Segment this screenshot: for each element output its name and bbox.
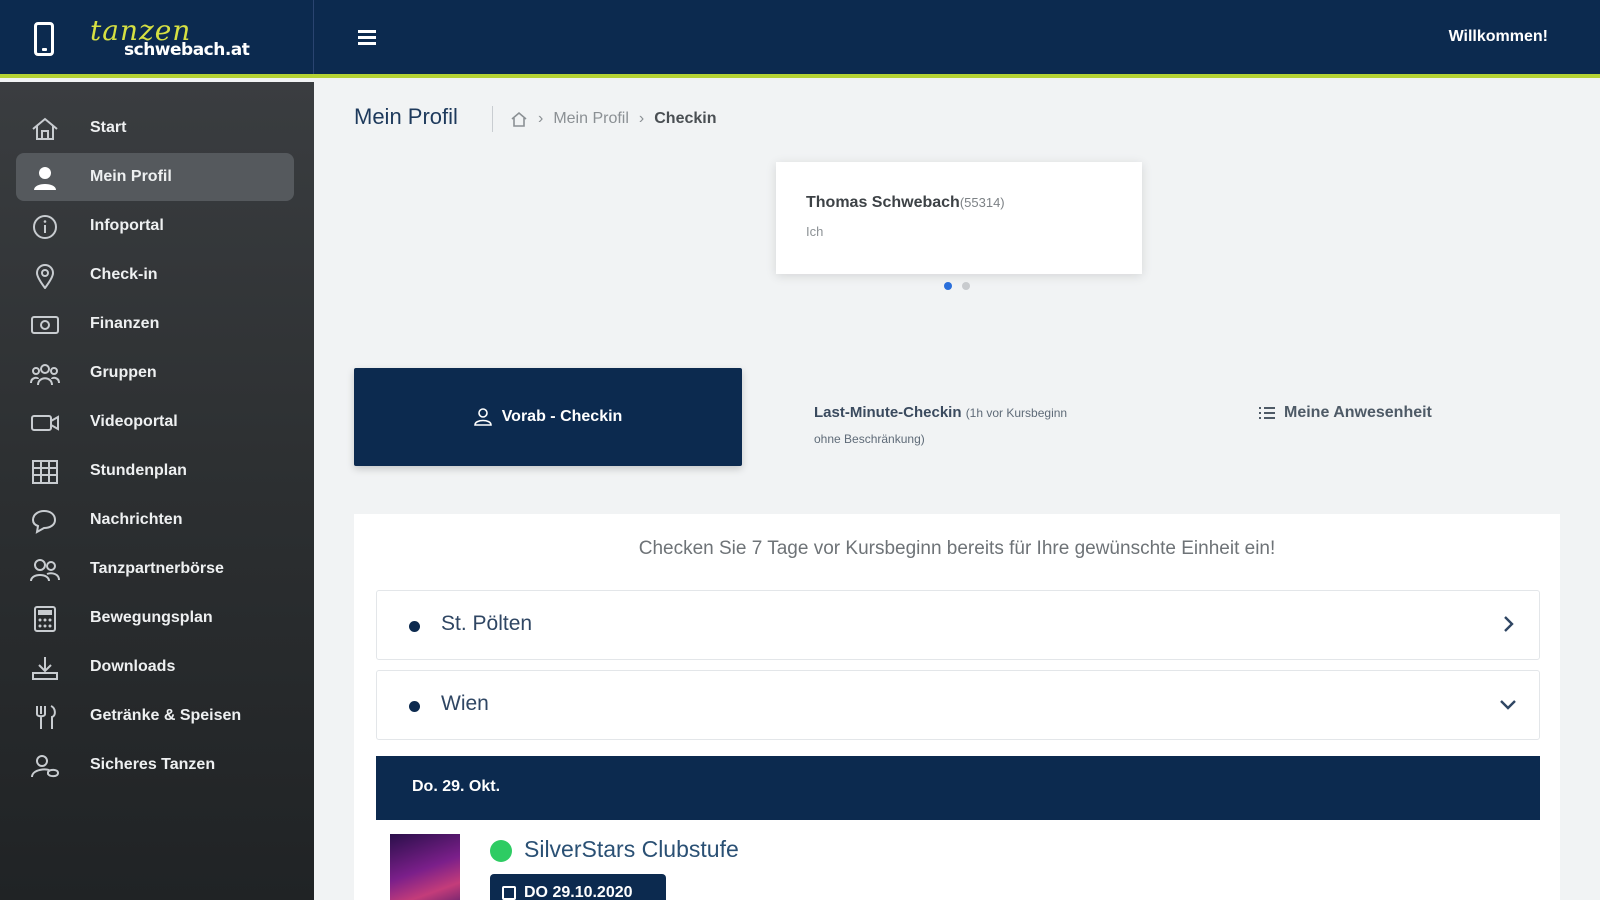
sidebar-item-label: Bewegungsplan	[90, 609, 213, 626]
phone-icon[interactable]	[34, 22, 54, 56]
home-icon	[32, 117, 58, 140]
sidebar-item-label: Infoportal	[90, 217, 164, 234]
chevron-down-icon	[1500, 700, 1516, 710]
sidebar-item-label: Tanzpartnerbörse	[90, 560, 224, 577]
sidebar-item-label: Check-in	[90, 266, 158, 283]
breadcrumb-item-mein-profil[interactable]: Mein Profil	[553, 110, 629, 128]
sidebar-item-finanzen[interactable]: Finanzen	[16, 300, 294, 348]
tab-vorab-checkin[interactable]: Vorab - Checkin	[354, 368, 742, 466]
bullet	[409, 701, 420, 712]
logo-area: tanzen schwebach.at	[0, 0, 314, 74]
tab-label: Meine Anwesenheit	[1284, 404, 1432, 421]
sidebar: Start Mein Profil Infoportal Check-in Fi…	[0, 82, 314, 900]
chevron-right-icon: ›	[638, 110, 645, 127]
sidebar-item-sicheres-tanzen[interactable]: Sicheres Tanzen	[16, 741, 294, 789]
sidebar-item-label: Getränke & Speisen	[90, 707, 242, 724]
info-text: Checken Sie 7 Tage vor Kursbeginn bereit…	[638, 538, 1276, 559]
money-icon	[31, 316, 59, 334]
chevron-right-icon	[1504, 616, 1514, 632]
sidebar-item-tanzpartnerboerse[interactable]: Tanzpartnerbörse	[16, 545, 294, 593]
sidebar-item-start[interactable]: Start	[16, 104, 294, 152]
carousel-dots	[944, 282, 970, 290]
status-dot	[490, 840, 512, 862]
date-text: Do. 29. Okt.	[412, 778, 501, 795]
breadcrumb: › Mein Profil › Checkin	[510, 110, 716, 128]
event-title[interactable]: SilverStars Clubstufe	[524, 836, 739, 863]
sidebar-item-check-in[interactable]: Check-in	[16, 251, 294, 299]
sidebar-item-label: Sicheres Tanzen	[90, 756, 216, 773]
download-icon	[32, 657, 58, 680]
profile-id: (55314)	[959, 195, 1005, 210]
safe-user-icon	[31, 755, 60, 778]
location-row-st-poelten[interactable]: St. Pölten	[376, 590, 1540, 660]
tab-label: Vorab - Checkin	[501, 408, 623, 425]
event-thumbnail[interactable]	[390, 834, 460, 900]
event-date-badge: DO 29.10.2020	[490, 874, 666, 900]
list-icon	[1259, 407, 1275, 419]
checkin-panel: Checken Sie 7 Tage vor Kursbeginn bereit…	[354, 514, 1560, 900]
location-label: Wien	[441, 692, 489, 715]
sidebar-item-getraenke-speisen[interactable]: Getränke & Speisen	[16, 692, 294, 740]
tab-label: Last-Minute-Checkin	[814, 404, 962, 421]
user-icon	[473, 408, 492, 426]
profile-name: Thomas Schwebach	[806, 194, 960, 211]
sidebar-item-label: Downloads	[90, 658, 176, 675]
partners-icon	[30, 559, 60, 582]
sidebar-item-bewegungsplan[interactable]: Bewegungsplan	[16, 594, 294, 642]
sidebar-item-label: Nachrichten	[90, 511, 183, 528]
sidebar-item-label: Start	[90, 119, 127, 136]
profile-relation: Ich	[806, 224, 824, 239]
menu-icon[interactable]	[358, 30, 376, 46]
sidebar-item-videoportal[interactable]: Videoportal	[16, 398, 294, 446]
logo-word: schwebach.at	[124, 40, 250, 60]
group-icon	[30, 364, 60, 386]
sidebar-item-label: Videoportal	[90, 413, 178, 430]
sidebar-item-gruppen[interactable]: Gruppen	[16, 349, 294, 397]
home-icon[interactable]	[510, 111, 528, 127]
profile-card[interactable]: Thomas Schwebach(55314) Ich	[776, 162, 1142, 274]
title-divider	[492, 106, 493, 132]
calendar-icon	[502, 886, 516, 900]
bullet	[409, 621, 420, 632]
carousel-dot[interactable]	[962, 282, 970, 290]
location-pin-icon	[35, 264, 55, 289]
sidebar-item-label: Stundenplan	[90, 462, 187, 479]
logo[interactable]: tanzen schwebach.at	[90, 14, 260, 64]
chevron-right-icon: ›	[538, 110, 544, 127]
sidebar-item-label: Finanzen	[90, 315, 160, 332]
video-icon	[31, 415, 59, 431]
date-header: Do. 29. Okt.	[376, 756, 1540, 820]
info-icon	[33, 215, 57, 239]
top-bar: tanzen schwebach.at Willkommen!	[0, 0, 1600, 78]
location-label: St. Pölten	[441, 612, 533, 635]
page-title: Mein Profil	[354, 104, 458, 129]
user-icon	[34, 167, 56, 190]
grid-icon	[32, 460, 58, 484]
cutlery-icon	[36, 705, 56, 729]
breadcrumb-item-checkin: Checkin	[654, 110, 717, 127]
event-date: DO 29.10.2020	[524, 884, 633, 900]
main-content: Mein Profil › Mein Profil › Checkin Thom…	[314, 82, 1600, 900]
carousel-dot[interactable]	[944, 282, 952, 290]
calculator-icon	[34, 606, 56, 632]
tab-last-minute-checkin[interactable]: Last-Minute-Checkin (1h vor Kursbeginn o…	[814, 400, 1074, 452]
chat-icon	[31, 509, 57, 534]
sidebar-item-label: Gruppen	[90, 364, 157, 381]
sidebar-item-nachrichten[interactable]: Nachrichten	[16, 496, 294, 544]
sidebar-item-stundenplan[interactable]: Stundenplan	[16, 447, 294, 495]
sidebar-item-label: Mein Profil	[90, 168, 172, 185]
sidebar-item-mein-profil[interactable]: Mein Profil	[16, 153, 294, 201]
welcome-text: Willkommen!	[1448, 28, 1548, 45]
sidebar-item-infoportal[interactable]: Infoportal	[16, 202, 294, 250]
sidebar-item-downloads[interactable]: Downloads	[16, 643, 294, 691]
tab-meine-anwesenheit[interactable]: Meine Anwesenheit	[1258, 404, 1432, 422]
location-row-wien[interactable]: Wien	[376, 670, 1540, 740]
